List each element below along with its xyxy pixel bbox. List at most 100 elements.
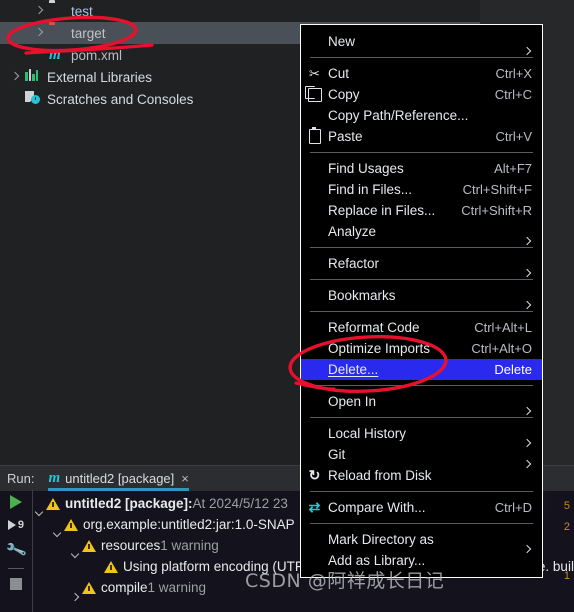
menu-item-label: Delete... [328,362,379,377]
menu-item-reformat-code[interactable]: Reformat Code Ctrl+Alt+L [301,317,542,338]
menu-item-mark-directory-as[interactable]: Mark Directory as [301,529,542,550]
chevron-right-icon[interactable] [34,28,45,39]
menu-item-label: Open In [328,394,377,409]
stop-icon[interactable] [10,578,22,590]
spacer-icon [34,50,45,61]
tree-item-label: test [71,3,93,19]
run-row-label: resources [101,538,161,553]
menu-item-accel: Alt+F7 [494,161,532,176]
menu-item-bookmarks[interactable]: Bookmarks [301,285,542,306]
menu-item-label: Mark Directory as [328,532,434,547]
background-number: 5 [563,500,570,512]
menu-item-accel: Ctrl+Shift+F [462,182,532,197]
menu-item-label: Analyze [328,224,377,239]
run-tab[interactable]: m untitled2 [package] × [48,466,189,491]
menu-item-label: Git [328,447,346,462]
menu-separator [310,417,533,418]
tree-item-label: pom.xml [71,47,123,63]
menu-separator [310,311,533,312]
reload-icon: ↻ [308,467,321,483]
warning-icon [82,539,96,552]
menu-item-label: Find in Files... [328,182,413,197]
menu-item-paste[interactable]: Paste Ctrl+V [301,126,542,147]
menu-item-new[interactable]: New [301,31,542,52]
menu-separator [310,385,533,386]
menu-item-accel: Delete [494,362,532,377]
menu-item-git[interactable]: Git [301,444,542,465]
context-menu[interactable]: New ✂ Cut Ctrl+X Copy Ctrl+C Copy Path/R… [300,24,543,578]
run-row-label: untitled2 [package]: [65,496,193,511]
run-row-suffix: 1 warning [147,580,207,595]
background-number: 1 [563,570,570,582]
menu-item-find-usages[interactable]: Find Usages Alt+F7 [301,158,542,179]
paste-icon [301,127,328,144]
maven-m-icon: m [48,470,61,486]
menu-item-accel: Ctrl+Alt+O [471,341,532,356]
close-icon[interactable]: × [181,471,189,486]
screenshot-root: test target m pom.xml External Libraries… [0,0,574,612]
menu-item-accel: Ctrl+V [495,129,532,144]
play-icon[interactable] [10,495,22,509]
chevron-right-icon[interactable] [34,6,45,17]
rerun-9-icon[interactable]: 9 [8,518,24,532]
compare-icon: ⇄ [308,499,321,515]
run-row-label: compile [101,580,148,595]
menu-item-local-history[interactable]: Local History [301,423,542,444]
menu-item-compare-with[interactable]: ⇄ Compare With... Ctrl+D [301,497,542,518]
chevron-right-icon[interactable] [10,72,21,83]
menu-item-label: Compare With... [328,500,426,515]
wrench-icon[interactable]: 🔧 [4,538,27,561]
menu-item-label: Reformat Code [328,320,420,335]
menu-item-copy[interactable]: Copy Ctrl+C [301,84,542,105]
menu-item-accel: Ctrl+Shift+R [461,203,532,218]
menu-item-label: Bookmarks [328,288,396,303]
menu-item-label: Find Usages [328,161,404,176]
menu-item-label: Replace in Files... [328,203,436,218]
run-toolbar: 9 🔧 [0,490,33,612]
menu-item-label: Reload from Disk [328,468,432,483]
menu-separator [310,523,533,524]
menu-item-accel: Ctrl+D [494,500,532,515]
menu-item-reload-from-disk[interactable]: ↻ Reload from Disk [301,465,542,486]
menu-item-label: Paste [328,129,363,144]
menu-item-optimize-imports[interactable]: Optimize Imports Ctrl+Alt+O [301,338,542,359]
menu-item-cut[interactable]: ✂ Cut Ctrl+X [301,63,542,84]
menu-separator [310,279,533,280]
menu-separator [310,57,533,58]
libraries-icon [25,69,42,85]
menu-item-analyze[interactable]: Analyze [301,221,542,242]
folder-white-icon [49,3,66,19]
menu-item-delete[interactable]: Delete... Delete [301,359,542,380]
menu-separator [310,491,533,492]
toolbar-divider [8,568,24,569]
watermark: CSDN @阿祥成长日记 [245,570,445,592]
menu-item-label: Copy Path/Reference... [328,108,469,123]
spacer-icon [10,94,21,105]
background-number: 2 [563,521,570,533]
menu-item-open-in[interactable]: Open In [301,391,542,412]
run-label: Run: [7,471,35,486]
menu-item-accel: Ctrl+C [494,87,532,102]
run-row-suffix: At 2024/5/12 23 [192,496,288,511]
menu-item-find-in-files[interactable]: Find in Files... Ctrl+Shift+F [301,179,542,200]
maven-m-icon: m [49,47,61,63]
menu-item-label: Optimize Imports [328,341,431,356]
warning-icon [82,581,96,594]
run-row-suffix: 1 warning [160,538,219,553]
tree-item-test[interactable]: test [0,0,514,22]
menu-item-replace-in-files[interactable]: Replace in Files... Ctrl+Shift+R [301,200,542,221]
menu-separator [310,247,533,248]
menu-item-copy-path-reference[interactable]: Copy Path/Reference... [301,105,542,126]
run-row-label: org.example:untitled2:jar:1.0-SNAP [83,517,295,532]
menu-item-refactor[interactable]: Refactor [301,253,542,274]
run-tab-title: untitled2 [package] [65,471,175,486]
scissors-icon: ✂ [309,65,320,81]
scratches-icon [25,91,42,107]
warning-icon [104,560,118,573]
menu-item-label: Cut [328,66,350,81]
menu-item-label: Copy [328,87,360,102]
warning-icon [64,518,78,531]
menu-item-label: New [328,34,356,49]
menu-item-label: Refactor [328,256,380,271]
copy-icon [301,85,328,102]
